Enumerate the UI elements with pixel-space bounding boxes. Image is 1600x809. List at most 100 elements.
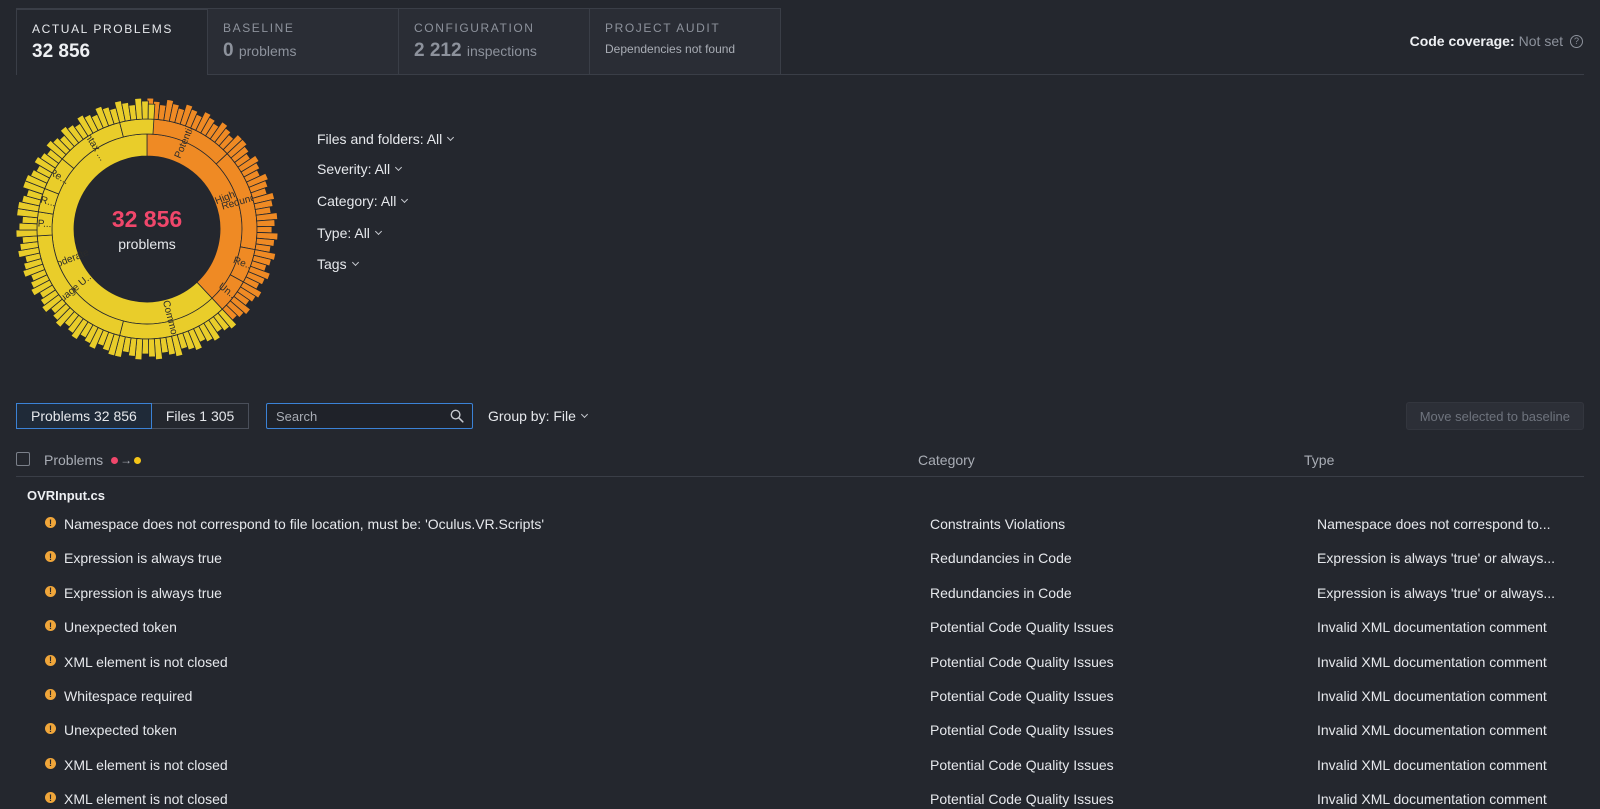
type-segment[interactable]: [256, 225, 273, 234]
tab-baseline[interactable]: BASELINE 0 problems: [207, 8, 399, 75]
table-row[interactable]: ! Namespace does not correspond to file l…: [0, 506, 1600, 540]
filter-severity[interactable]: Severity: All: [317, 161, 403, 177]
filter-category[interactable]: Category: All: [317, 193, 409, 209]
severity-moderate-dot: [134, 456, 142, 464]
table-row[interactable]: ! XML element is not closed Potential Code…: [0, 781, 1600, 809]
search-input[interactable]: [276, 408, 444, 424]
row-type: Invalid XML documentation comment: [1317, 791, 1547, 808]
warning-icon: !: [45, 688, 56, 700]
header-category[interactable]: Category: [918, 452, 975, 468]
tab-value: 2 212 inspections: [414, 40, 574, 62]
row-problem: Expression is always true: [64, 550, 222, 567]
row-problem: Whitespace required: [64, 687, 193, 704]
select-all-checkbox[interactable]: [16, 452, 30, 466]
row-category: Redundancies in Code: [930, 584, 1072, 601]
chevron-down-icon: [374, 227, 382, 235]
tab-value-unit: problems: [238, 43, 297, 59]
filter-tags[interactable]: Tags: [317, 256, 359, 272]
header-problems-label: Problems: [44, 452, 104, 468]
tab-title: PROJECT AUDIT: [605, 21, 721, 35]
tab-title: BASELINE: [223, 21, 295, 35]
row-type: Invalid XML documentation comment: [1317, 722, 1547, 739]
row-problem: XML element is not closed: [64, 653, 228, 670]
tab-value: 32 856: [32, 41, 192, 63]
arrow-right-icon: →: [120, 453, 133, 467]
row-category: Potential Code Quality Issues: [930, 653, 1114, 670]
files-view-button[interactable]: Files 1 305: [151, 403, 250, 429]
header-problems[interactable]: Problems →: [44, 452, 142, 468]
move-to-baseline-button[interactable]: Move selected to baseline: [1405, 402, 1584, 430]
row-category: Redundancies in Code: [930, 550, 1072, 567]
table-row[interactable]: ! Unexpected token Potential Code Quality …: [0, 712, 1600, 746]
tab-value-number: 0: [223, 40, 234, 61]
group-by-dropdown[interactable]: Group by: File: [488, 408, 588, 424]
row-category: Potential Code Quality Issues: [930, 791, 1114, 808]
sunburst-svg: HighModeratePotential ...Redunda...Re...…: [15, 97, 279, 361]
tab-value: 0 problems: [223, 40, 383, 62]
row-problem: XML element is not closed: [64, 791, 228, 808]
row-type: Namespace does not correspond to...: [1317, 516, 1551, 532]
type-segment[interactable]: [147, 103, 156, 120]
warning-icon: !: [45, 585, 56, 597]
help-icon[interactable]: ?: [1570, 34, 1583, 48]
table-row[interactable]: ! Whitespace required Potential Code Quali…: [0, 678, 1600, 712]
row-problem: XML element is not closed: [64, 756, 228, 773]
filter-label: Tags: [317, 256, 347, 272]
chevron-down-icon: [447, 133, 455, 141]
tab-project-audit[interactable]: PROJECT AUDIT Dependencies not found: [589, 8, 781, 75]
filter-label: Category: All: [317, 193, 397, 209]
chevron-down-icon: [351, 258, 359, 266]
tab-actual-problems[interactable]: ACTUAL PROBLEMS 32 856: [16, 8, 208, 75]
code-coverage-label: Code coverage:: [1409, 33, 1515, 49]
warning-icon: !: [45, 551, 56, 563]
row-problem: Namespace does not correspond to file lo…: [64, 516, 545, 532]
chevron-down-icon: [395, 163, 403, 171]
header-type[interactable]: Type: [1304, 452, 1334, 468]
tab-value-number: 2 212: [414, 40, 462, 61]
row-type: Expression is always 'true' or always...: [1317, 550, 1555, 567]
problems-sunburst-chart: High Moderate Potential ... Redunda... Re...…: [15, 97, 279, 361]
code-coverage-value[interactable]: Not set: [1519, 33, 1563, 49]
row-type: Expression is always 'true' or always...: [1317, 584, 1555, 601]
row-type: Invalid XML documentation comment: [1317, 653, 1547, 670]
type-segment[interactable]: [141, 100, 149, 120]
type-segment[interactable]: [256, 219, 276, 228]
severity-sort-icon[interactable]: →: [111, 453, 142, 467]
type-segment[interactable]: [141, 338, 150, 355]
type-segment[interactable]: [15, 229, 38, 238]
tab-value-number: 32 856: [32, 41, 91, 62]
type-segment[interactable]: [148, 338, 156, 358]
chevron-down-icon: [580, 410, 588, 418]
category-label: P...: [37, 218, 51, 230]
summary-tabs: ACTUAL PROBLEMS 32 856 BASELINE 0 proble…: [16, 8, 781, 75]
tab-title: ACTUAL PROBLEMS: [32, 22, 173, 36]
table-row[interactable]: ! Unexpected token Potential Code Quality …: [0, 609, 1600, 643]
row-category: Potential Code Quality Issues: [930, 722, 1114, 739]
filter-type[interactable]: Type: All: [317, 225, 382, 241]
tabs-divider: [208, 74, 1584, 75]
table-row[interactable]: ! XML element is not closed Potential Code…: [0, 644, 1600, 678]
table-row[interactable]: ! Expression is always true Redundancies i…: [0, 575, 1600, 609]
problems-view-button[interactable]: Problems 32 856: [16, 403, 152, 429]
row-problem: Expression is always true: [64, 584, 222, 601]
row-type: Invalid XML documentation comment: [1317, 687, 1547, 704]
row-category: Potential Code Quality Issues: [930, 756, 1114, 773]
table-row[interactable]: ! Expression is always true Redundancies i…: [0, 540, 1600, 574]
filter-label: Type: All: [317, 225, 370, 241]
warning-icon: !: [45, 792, 56, 804]
group-by-label: Group by: File: [488, 408, 576, 424]
view-toggle: Problems 32 856 Files 1 305: [16, 403, 250, 429]
warning-icon: !: [45, 620, 56, 632]
severity-high-dot: [111, 456, 119, 464]
file-group-header[interactable]: OVRInput.cs: [27, 488, 105, 503]
table-row[interactable]: ! XML element is not closed Potential Code…: [0, 747, 1600, 781]
warning-icon: !: [45, 757, 56, 769]
category-segment[interactable]: [119, 118, 155, 138]
code-coverage: Code coverage: Not set ?: [1410, 33, 1583, 49]
tab-configuration[interactable]: CONFIGURATION 2 212 inspections: [398, 8, 590, 75]
filter-files-and-folders[interactable]: Files and folders: All: [317, 131, 455, 147]
table-header: Problems → Category Type: [16, 449, 1584, 477]
search-icon[interactable]: [450, 409, 464, 423]
row-problem: Unexpected token: [64, 722, 177, 739]
chevron-down-icon: [401, 195, 409, 203]
